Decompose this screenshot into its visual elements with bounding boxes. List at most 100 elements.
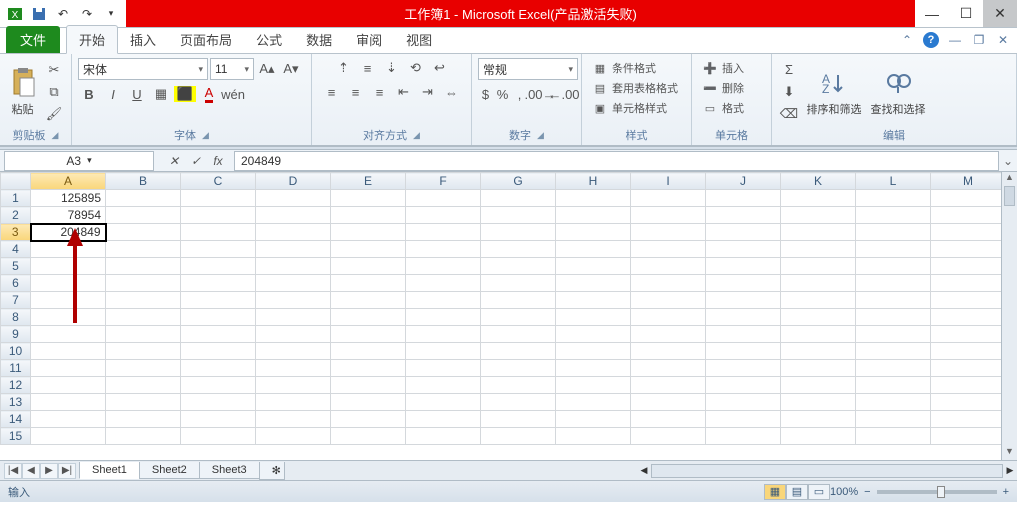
cell-C6[interactable] bbox=[181, 275, 256, 292]
cell-C10[interactable] bbox=[181, 343, 256, 360]
cell-H9[interactable] bbox=[556, 326, 631, 343]
fill-icon[interactable]: ⬇ bbox=[778, 82, 800, 102]
hscroll-track[interactable] bbox=[651, 464, 1003, 478]
cell-J6[interactable] bbox=[706, 275, 781, 292]
cell-L12[interactable] bbox=[856, 377, 931, 394]
view-normal-icon[interactable]: ▦ bbox=[764, 484, 786, 500]
cell-K11[interactable] bbox=[781, 360, 856, 377]
tab-review[interactable]: 审阅 bbox=[344, 26, 394, 53]
cell-G9[interactable] bbox=[481, 326, 556, 343]
row-header-8[interactable]: 8 bbox=[1, 309, 31, 326]
sheet-nav-prev-icon[interactable]: ◀ bbox=[22, 463, 40, 479]
cell-F14[interactable] bbox=[406, 411, 481, 428]
cell-M2[interactable] bbox=[931, 207, 1006, 224]
cell-F2[interactable] bbox=[406, 207, 481, 224]
tab-page-layout[interactable]: 页面布局 bbox=[168, 26, 244, 53]
vertical-scrollbar[interactable]: ▲ ▼ bbox=[1001, 172, 1017, 460]
row-header-14[interactable]: 14 bbox=[1, 411, 31, 428]
cell-L13[interactable] bbox=[856, 394, 931, 411]
cell-J14[interactable] bbox=[706, 411, 781, 428]
formula-bar-input[interactable]: 204849 bbox=[234, 151, 999, 171]
scroll-right-icon[interactable]: ▶ bbox=[1003, 465, 1017, 476]
cell-A12[interactable] bbox=[31, 377, 106, 394]
cell-C2[interactable] bbox=[181, 207, 256, 224]
cell-G6[interactable] bbox=[481, 275, 556, 292]
workbook-restore-icon[interactable]: ❐ bbox=[971, 32, 987, 48]
cell-B11[interactable] bbox=[106, 360, 181, 377]
cell-D10[interactable] bbox=[256, 343, 331, 360]
cell-J8[interactable] bbox=[706, 309, 781, 326]
row-header-7[interactable]: 7 bbox=[1, 292, 31, 309]
maximize-button[interactable]: ☐ bbox=[949, 0, 983, 27]
cell-C3[interactable] bbox=[181, 224, 256, 241]
cell-E10[interactable] bbox=[331, 343, 406, 360]
cell-D9[interactable] bbox=[256, 326, 331, 343]
cell-E15[interactable] bbox=[331, 428, 406, 445]
align-middle-icon[interactable]: ≡ bbox=[357, 58, 379, 78]
cell-K13[interactable] bbox=[781, 394, 856, 411]
cell-I12[interactable] bbox=[631, 377, 706, 394]
cell-F9[interactable] bbox=[406, 326, 481, 343]
currency-icon[interactable]: $ bbox=[478, 84, 493, 104]
cell-G5[interactable] bbox=[481, 258, 556, 275]
row-header-5[interactable]: 5 bbox=[1, 258, 31, 275]
cell-B8[interactable] bbox=[106, 309, 181, 326]
cell-E2[interactable] bbox=[331, 207, 406, 224]
cell-B5[interactable] bbox=[106, 258, 181, 275]
cell-L6[interactable] bbox=[856, 275, 931, 292]
cell-E5[interactable] bbox=[331, 258, 406, 275]
cell-M5[interactable] bbox=[931, 258, 1006, 275]
merge-center-icon[interactable]: ⇔ bbox=[441, 82, 463, 102]
cell-G14[interactable] bbox=[481, 411, 556, 428]
cell-F10[interactable] bbox=[406, 343, 481, 360]
cell-A1[interactable]: 125895 bbox=[31, 190, 106, 207]
cell-H6[interactable] bbox=[556, 275, 631, 292]
cell-H2[interactable] bbox=[556, 207, 631, 224]
cell-E12[interactable] bbox=[331, 377, 406, 394]
cell-B12[interactable] bbox=[106, 377, 181, 394]
cell-H15[interactable] bbox=[556, 428, 631, 445]
cell-A5[interactable] bbox=[31, 258, 106, 275]
insert-function-icon[interactable]: fx bbox=[208, 152, 228, 170]
cell-B4[interactable] bbox=[106, 241, 181, 258]
cell-M12[interactable] bbox=[931, 377, 1006, 394]
cell-K7[interactable] bbox=[781, 292, 856, 309]
insert-cells-button[interactable]: ➕插入 bbox=[698, 58, 765, 78]
dialog-launcher-icon[interactable]: ◢ bbox=[52, 130, 59, 141]
cell-G8[interactable] bbox=[481, 309, 556, 326]
font-name-combo[interactable]: 宋体▾ bbox=[78, 58, 208, 80]
cell-E14[interactable] bbox=[331, 411, 406, 428]
cell-L5[interactable] bbox=[856, 258, 931, 275]
font-size-combo[interactable]: 11▾ bbox=[210, 58, 254, 80]
cell-G7[interactable] bbox=[481, 292, 556, 309]
cell-A6[interactable] bbox=[31, 275, 106, 292]
format-cells-button[interactable]: ▭格式 bbox=[698, 98, 765, 118]
cell-B7[interactable] bbox=[106, 292, 181, 309]
cell-I7[interactable] bbox=[631, 292, 706, 309]
new-sheet-button[interactable]: ✻ bbox=[259, 462, 285, 480]
cell-J2[interactable] bbox=[706, 207, 781, 224]
cell-E6[interactable] bbox=[331, 275, 406, 292]
delete-cells-button[interactable]: ➖删除 bbox=[698, 78, 765, 98]
cell-L7[interactable] bbox=[856, 292, 931, 309]
clear-icon[interactable]: ⌫ bbox=[778, 104, 800, 124]
sheet-tab-1[interactable]: Sheet1 bbox=[79, 462, 140, 479]
cell-F11[interactable] bbox=[406, 360, 481, 377]
cell-A10[interactable] bbox=[31, 343, 106, 360]
col-header-M[interactable]: M bbox=[931, 173, 1006, 190]
cell-H12[interactable] bbox=[556, 377, 631, 394]
cell-D8[interactable] bbox=[256, 309, 331, 326]
cell-M6[interactable] bbox=[931, 275, 1006, 292]
cell-H4[interactable] bbox=[556, 241, 631, 258]
cell-C5[interactable] bbox=[181, 258, 256, 275]
cell-J11[interactable] bbox=[706, 360, 781, 377]
cell-F15[interactable] bbox=[406, 428, 481, 445]
align-bottom-icon[interactable]: ⇣ bbox=[381, 58, 403, 78]
col-header-J[interactable]: J bbox=[706, 173, 781, 190]
cell-G2[interactable] bbox=[481, 207, 556, 224]
cell-G3[interactable] bbox=[481, 224, 556, 241]
view-page-break-icon[interactable]: ▭ bbox=[808, 484, 830, 500]
dialog-launcher-icon[interactable]: ◢ bbox=[202, 130, 209, 141]
cell-I2[interactable] bbox=[631, 207, 706, 224]
cell-K3[interactable] bbox=[781, 224, 856, 241]
